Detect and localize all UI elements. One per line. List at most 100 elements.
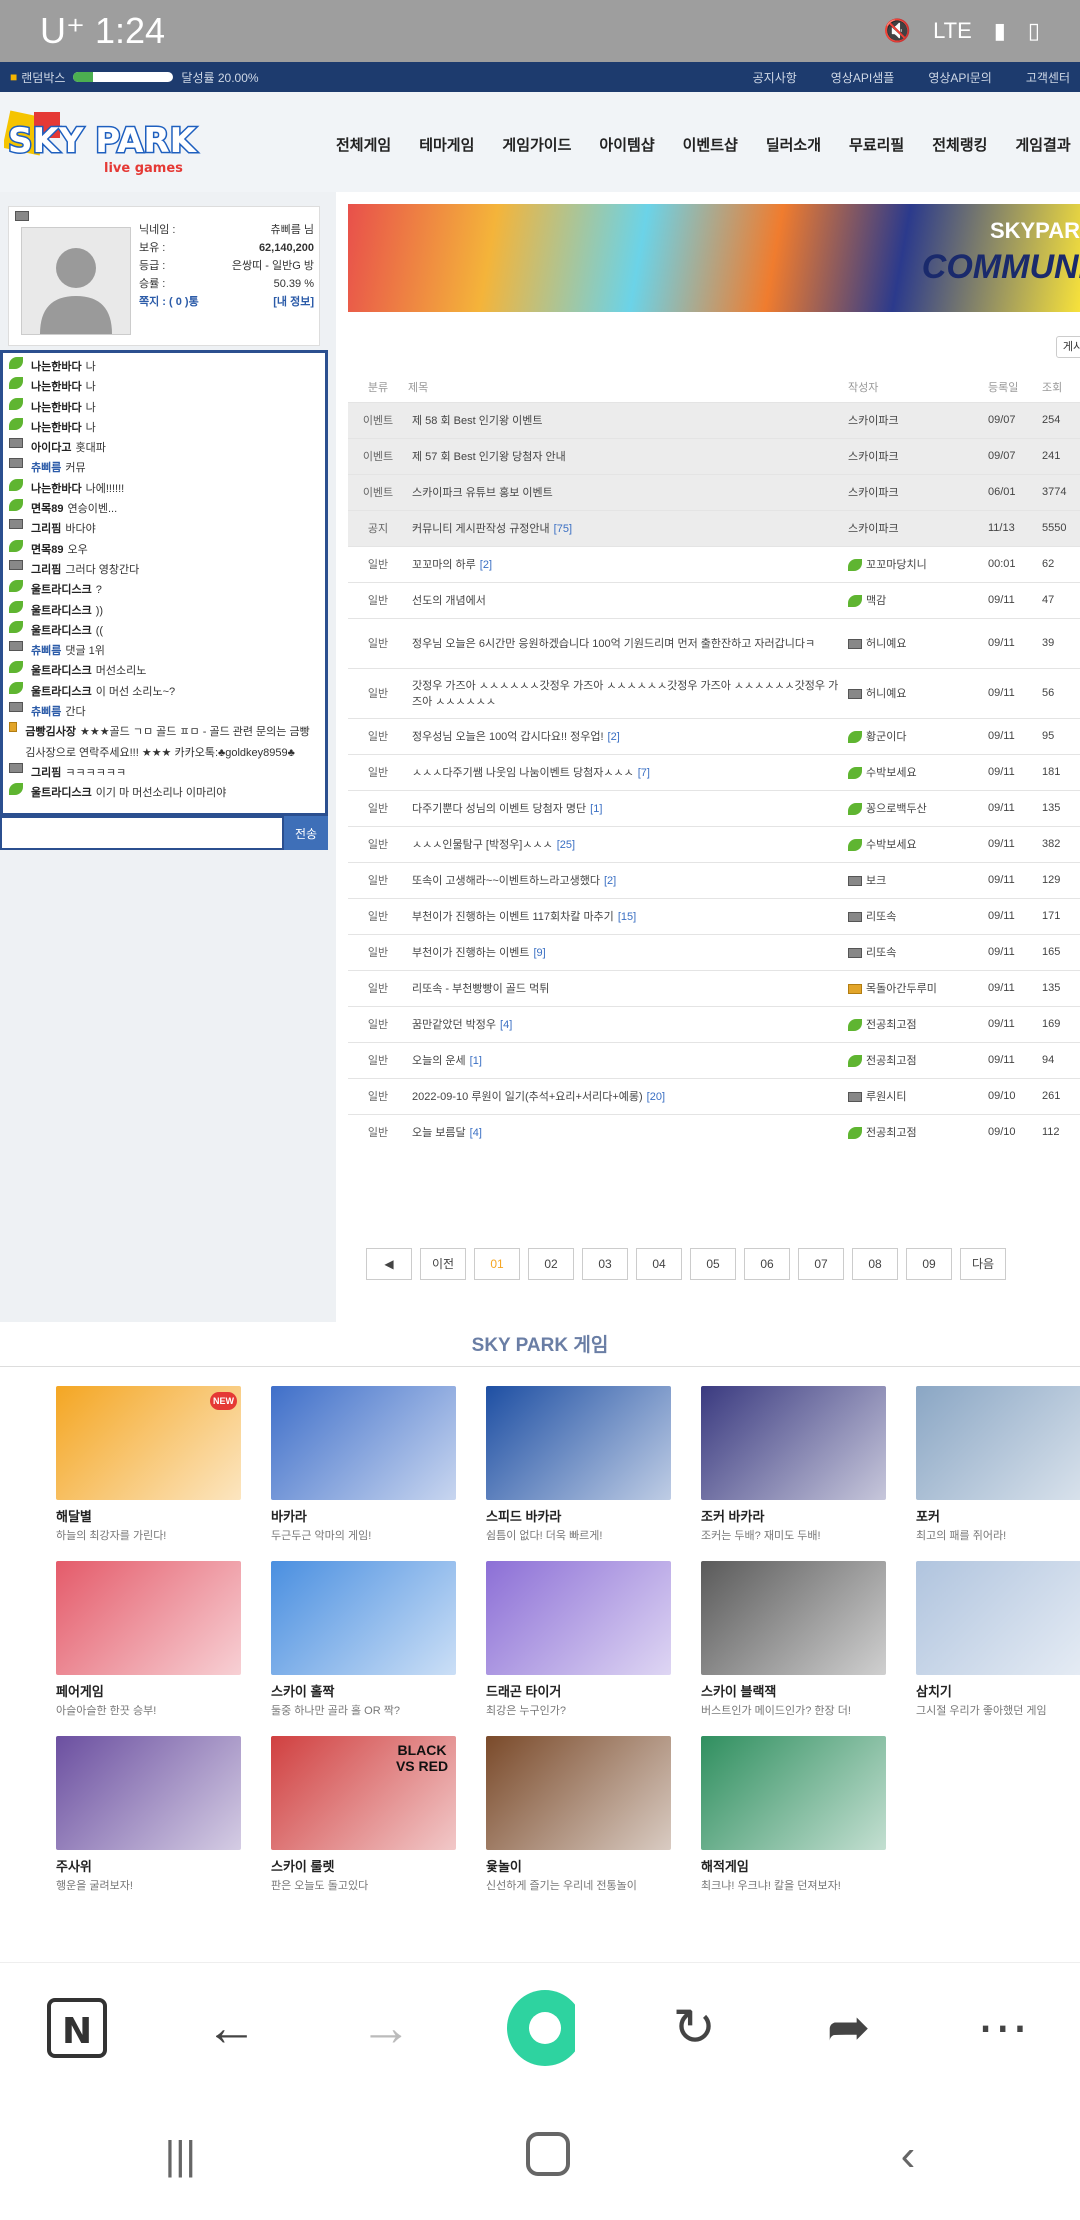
game-card[interactable]: 포커 최고의 패를 쥐어라! <box>916 1386 1080 1543</box>
nav-all-games[interactable]: 전체게임 <box>336 134 391 155</box>
row-title[interactable]: 선도의 개념에서 <box>412 595 486 607</box>
nav-back-icon[interactable]: ‹ <box>901 2131 916 2181</box>
video-api-sample-link[interactable]: 영상API샘플 <box>831 69 895 86</box>
row-title-cell[interactable]: 꼬꼬마의 하루 [2] <box>408 545 848 582</box>
row-title-cell[interactable]: 정우님 오늘은 6시간만 응원하겠습니다 100억 기원드리며 먼저 출한잔하고… <box>408 617 848 668</box>
row-author[interactable]: 스카이파크 <box>848 415 899 427</box>
game-name[interactable]: 페어게임 <box>56 1681 241 1700</box>
row-author[interactable]: 스카이파크 <box>848 451 899 463</box>
game-name[interactable]: 삼치기 <box>916 1681 1080 1700</box>
row-author[interactable]: 전공최고점 <box>866 1127 917 1139</box>
table-row[interactable]: 일반 리또속 - 부천빵빵이 골드 먹튀 목돌아간두루미 09/11 135 <box>348 969 1080 1006</box>
row-author[interactable]: 목돌아간두루미 <box>866 983 937 995</box>
note-link[interactable]: 쪽지 : ( 0 )통 <box>139 293 199 311</box>
row-title[interactable]: 갓정우 가즈아 ㅅㅅㅅㅅㅅㅅ갓정우 가즈아 ㅅㅅㅅㅅㅅㅅ갓정우 가즈아 ㅅㅅㅅㅅ… <box>412 680 838 708</box>
game-thumbnail[interactable] <box>486 1561 671 1675</box>
forward-arrow-icon[interactable]: → <box>351 1993 421 2063</box>
game-card[interactable]: 스카이 홀짝 둘중 하나만 골라 홀 OR 짝? <box>271 1561 456 1718</box>
pager-page-button[interactable]: 02 <box>528 1248 574 1280</box>
table-row[interactable]: 일반 부천이가 진행하는 이벤트 [9] 리또속 09/11 165 <box>348 933 1080 970</box>
row-author[interactable]: 수박보세요 <box>866 839 917 851</box>
game-thumbnail[interactable] <box>271 1561 456 1675</box>
game-card[interactable]: 해적게임 최크냐! 우크냐! 칼을 던져보자! <box>701 1736 886 1893</box>
game-thumbnail[interactable]: BLACK VS RED <box>271 1736 456 1850</box>
pager-page-button[interactable]: 08 <box>852 1248 898 1280</box>
pager-page-button[interactable]: 07 <box>798 1248 844 1280</box>
table-row[interactable]: 일반 갓정우 가즈아 ㅅㅅㅅㅅㅅㅅ갓정우 가즈아 ㅅㅅㅅㅅㅅㅅ갓정우 가즈아 ㅅㅅ… <box>348 667 1080 718</box>
nav-dealers[interactable]: 딜러소개 <box>766 134 821 155</box>
game-name[interactable]: 해달별 <box>56 1506 241 1525</box>
table-row[interactable]: 일반 선도의 개념에서 맥감 09/11 47 <box>348 581 1080 618</box>
pager-page-button[interactable]: 03 <box>582 1248 628 1280</box>
naver-home-icon[interactable]: N <box>42 1993 112 2063</box>
row-title[interactable]: ㅅㅅㅅ다주기쌤 나웃임 나눔이벤트 당첨자ㅅㅅㅅ <box>412 767 634 779</box>
table-row[interactable]: 일반 정우성님 오늘은 100억 갑시다요!! 정우업! [2] 황군이다 09/11 9… <box>348 717 1080 754</box>
row-title-cell[interactable]: 갓정우 가즈아 ㅅㅅㅅㅅㅅㅅ갓정우 가즈아 ㅅㅅㅅㅅㅅㅅ갓정우 가즈아 ㅅㅅㅅㅅ… <box>408 667 848 718</box>
chat-nick[interactable]: 울트라디스크 <box>31 665 92 677</box>
chat-nick[interactable]: 츄삐름 <box>31 462 61 474</box>
game-thumbnail[interactable] <box>916 1561 1080 1675</box>
game-name[interactable]: 윷놀이 <box>486 1856 671 1875</box>
game-name[interactable]: 바카라 <box>271 1506 456 1525</box>
row-author[interactable]: 스카이파크 <box>848 487 899 499</box>
row-author[interactable]: 루원시티 <box>866 1091 906 1103</box>
row-title-cell[interactable]: 정우성님 오늘은 100억 갑시다요!! 정우업! [2] <box>408 717 848 754</box>
game-thumbnail[interactable] <box>701 1736 886 1850</box>
pager-page-button[interactable]: 09 <box>906 1248 952 1280</box>
row-title[interactable]: 제 57 회 Best 인기왕 당첨자 안내 <box>412 451 566 463</box>
row-author-cell[interactable]: 허니예요 <box>848 617 988 668</box>
pager-page-button[interactable]: 04 <box>636 1248 682 1280</box>
game-thumbnail[interactable] <box>486 1736 671 1850</box>
chat-nick[interactable]: 나는한바다 <box>31 422 82 434</box>
row-title-cell[interactable]: 선도의 개념에서 <box>408 581 848 618</box>
game-card[interactable]: 조커 바카라 조커는 두배? 재미도 두배! <box>701 1386 886 1543</box>
game-name[interactable]: 스카이 홀짝 <box>271 1681 456 1700</box>
row-title[interactable]: 스카이파크 유튜브 홍보 이벤트 <box>412 487 553 499</box>
row-author[interactable]: 황군이다 <box>866 731 906 743</box>
chat-nick[interactable]: 아이다고 <box>31 442 71 454</box>
row-title[interactable]: 또속이 고생해라~~이벤트하느라고생했다 <box>412 875 600 887</box>
row-title-cell[interactable]: ㅅㅅㅅ인물탐구 [박정우]ㅅㅅㅅ [25] <box>408 825 848 862</box>
game-card[interactable]: 삼치기 그시절 우리가 좋아했던 게임 <box>916 1561 1080 1718</box>
home-icon[interactable] <box>525 2131 571 2182</box>
table-row[interactable]: 일반 정우님 오늘은 6시간만 응원하겠습니다 100억 기원드리며 먼저 출한잔… <box>348 617 1080 668</box>
row-title-cell[interactable]: ㅅㅅㅅ다주기쌤 나웃임 나눔이벤트 당첨자ㅅㅅㅅ [7] <box>408 753 848 790</box>
pager-page-button[interactable]: 01 <box>474 1248 520 1280</box>
row-title-cell[interactable]: 다주기뿐다 성님의 이벤트 당첨자 명단 [1] <box>408 789 848 826</box>
row-author-cell[interactable]: 허니예요 <box>848 667 988 718</box>
row-author-cell[interactable]: 보크 <box>848 861 988 898</box>
game-name[interactable]: 해적게임 <box>701 1856 886 1875</box>
game-thumbnail[interactable] <box>56 1736 241 1850</box>
game-card[interactable]: 바카라 두근두근 악마의 게임! <box>271 1386 456 1543</box>
row-title[interactable]: 부천이가 진행하는 이벤트 117회차칼 마추기 <box>412 911 614 923</box>
game-card[interactable]: 윷놀이 신선하게 즐기는 우리네 전통놀이 <box>486 1736 671 1893</box>
table-row[interactable]: 이벤트 제 58 회 Best 인기왕 이벤트 스카이파크 09/07 254 <box>348 401 1080 438</box>
skypark-logo[interactable]: SKY PARK live games <box>2 104 214 184</box>
row-title[interactable]: 정우성님 오늘은 100억 갑시다요!! 정우업! <box>412 731 604 743</box>
table-row[interactable]: 일반 꿈만같았던 박정우 [4] 전공최고점 09/11 169 <box>348 1005 1080 1042</box>
chat-nick[interactable]: 나는한바다 <box>31 361 82 373</box>
game-card[interactable]: 스피드 바카라 쉼틈이 없다! 더욱 빠르게! <box>486 1386 671 1543</box>
row-title-cell[interactable]: 오늘 보름달 [4] <box>408 1113 848 1150</box>
row-title-cell[interactable]: 스카이파크 유튜브 홍보 이벤트 <box>408 473 848 510</box>
chat-nick[interactable]: 츄삐름 <box>31 706 61 718</box>
green-dot-icon[interactable] <box>505 1989 575 2066</box>
table-row[interactable]: 일반 다주기뿐다 성님의 이벤트 당첨자 명단 [1] 꽁으로백두산 09/11 135 <box>348 789 1080 826</box>
row-author[interactable]: 수박보세요 <box>866 767 917 779</box>
row-title-cell[interactable]: 제 57 회 Best 인기왕 당첨자 안내 <box>408 437 848 474</box>
row-author[interactable]: 전공최고점 <box>866 1019 917 1031</box>
chat-send-button[interactable]: 전송 <box>284 816 328 850</box>
row-title[interactable]: 오늘의 운세 <box>412 1055 466 1067</box>
row-title[interactable]: ㅅㅅㅅ인물탐구 [박정우]ㅅㅅㅅ <box>412 839 553 851</box>
row-title-cell[interactable]: 2022-09-10 루원이 일기(추석+요리+서리다+예롱) [20] <box>408 1077 848 1114</box>
game-card[interactable]: BLACK VS RED 스카이 룰렛 판은 오늘도 돌고있다 <box>271 1736 456 1893</box>
chat-nick[interactable]: 츄삐름 <box>31 645 61 657</box>
game-thumbnail[interactable] <box>701 1561 886 1675</box>
row-title[interactable]: 정우님 오늘은 6시간만 응원하겠습니다 100억 기원드리며 먼저 출한잔하고… <box>412 638 815 650</box>
video-api-inquiry-link[interactable]: 영상API문의 <box>928 69 992 86</box>
pager-prev-button[interactable]: 이전 <box>420 1248 466 1280</box>
row-author-cell[interactable]: 황군이다 <box>848 717 988 754</box>
row-title-cell[interactable]: 또속이 고생해라~~이벤트하느라고생했다 [2] <box>408 861 848 898</box>
row-title-cell[interactable]: 제 58 회 Best 인기왕 이벤트 <box>408 401 848 438</box>
chat-nick[interactable]: 그리핌 <box>31 523 61 535</box>
